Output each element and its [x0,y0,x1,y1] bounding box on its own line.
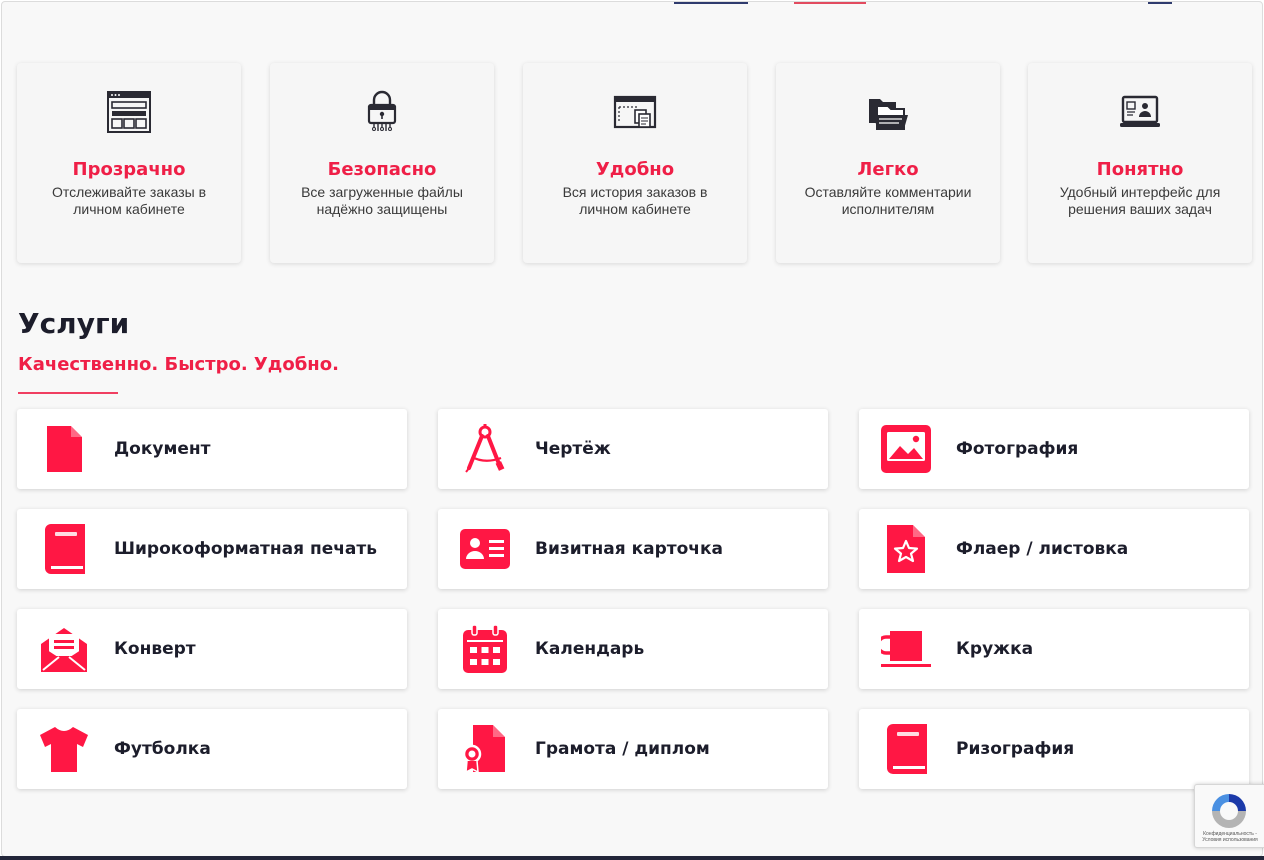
recaptcha-terms[interactable]: Конфиденциальность - Условия использован… [1197,831,1263,843]
service-label: Визитная карточка [535,539,723,559]
envelope-open-icon [37,623,91,675]
flyer-star-icon [879,523,933,575]
service-label: Фотография [956,439,1079,459]
feature-card-convenient: Удобно Вся история заказов в личном каби… [523,63,747,263]
document-icon [37,423,91,475]
service-label: Документ [114,439,211,459]
service-label: Футболка [114,739,211,759]
header-remnant [794,2,866,4]
service-card-wide-format[interactable]: Широкоформатная печать [17,509,407,589]
feature-card-secure: Безопасно Все загруженные файлы надёжно … [270,63,494,263]
service-label: Конверт [114,639,196,659]
service-label: Календарь [535,639,645,659]
service-card-flyer[interactable]: Флаер / листовка [859,509,1249,589]
service-label: Флаер / листовка [956,539,1129,559]
features-row: Прозрачно Отслеживайте заказы в личном к… [17,63,1253,265]
feature-description: Оставляйте комментарии исполнителям [804,184,972,217]
service-card-risography[interactable]: Ризография [859,709,1249,789]
service-card-mug[interactable]: Кружка [859,609,1249,689]
header-remnant [1148,2,1172,4]
section-divider [18,392,118,394]
feature-card-clear: Понятно Удобный интерфейс для решения ва… [1028,63,1252,263]
service-card-envelope[interactable]: Конверт [17,609,407,689]
certificate-icon [458,723,512,775]
service-card-photo[interactable]: Фотография [859,409,1249,489]
feature-title: Безопасно [327,159,437,180]
page: Прозрачно Отслеживайте заказы в личном к… [1,1,1263,857]
drafting-compass-icon [458,423,512,475]
service-label: Чертёж [535,439,611,459]
feature-description: Удобный интерфейс для решения ваших зада… [1059,184,1221,217]
header-remnant [674,2,748,4]
service-card-business-card[interactable]: Визитная карточка [438,509,828,589]
calendar-icon [458,623,512,675]
laptop-user-icon [1120,95,1160,127]
book-icon [37,523,91,575]
services-title: Услуги [18,307,130,340]
feature-title: Легко [857,159,919,180]
services-subtitle: Качественно. Быстро. Удобно. [18,354,339,375]
recaptcha-icon [1212,794,1246,828]
feature-description: Отслеживайте заказы в личном кабинете [51,184,207,217]
folders-icon [869,99,908,130]
service-card-tshirt[interactable]: Футболка [17,709,407,789]
feature-description: Все загруженные файлы надёжно защищены [301,184,463,217]
service-card-drawing[interactable]: Чертёж [438,409,828,489]
padlock-circuit-icon [367,90,397,131]
feature-card-transparent: Прозрачно Отслеживайте заказы в личном к… [17,63,241,263]
feature-title: Удобно [595,159,675,180]
service-label: Грамота / диплом [535,739,710,759]
service-label: Широкоформатная печать [114,539,377,559]
recaptcha-badge[interactable]: Конфиденциальность - Условия использован… [1194,784,1264,848]
browser-documents-icon [613,95,657,129]
feature-description: Вся история заказов в личном кабинете [562,184,708,217]
service-label: Кружка [956,639,1034,659]
service-card-document[interactable]: Документ [17,409,407,489]
service-card-calendar[interactable]: Календарь [438,609,828,689]
feature-title: Прозрачно [72,159,186,180]
footer-edge [0,856,1264,860]
tshirt-icon [37,723,91,775]
service-label: Ризография [956,739,1075,759]
mug-icon [879,623,933,675]
feature-card-easy: Легко Оставляйте комментарии исполнителя… [776,63,1000,263]
book-icon [879,723,933,775]
feature-title: Понятно [1096,159,1184,180]
browser-window-icon [107,91,151,133]
id-card-icon [458,523,512,575]
service-card-certificate[interactable]: Грамота / диплом [438,709,828,789]
photo-icon [879,423,933,475]
